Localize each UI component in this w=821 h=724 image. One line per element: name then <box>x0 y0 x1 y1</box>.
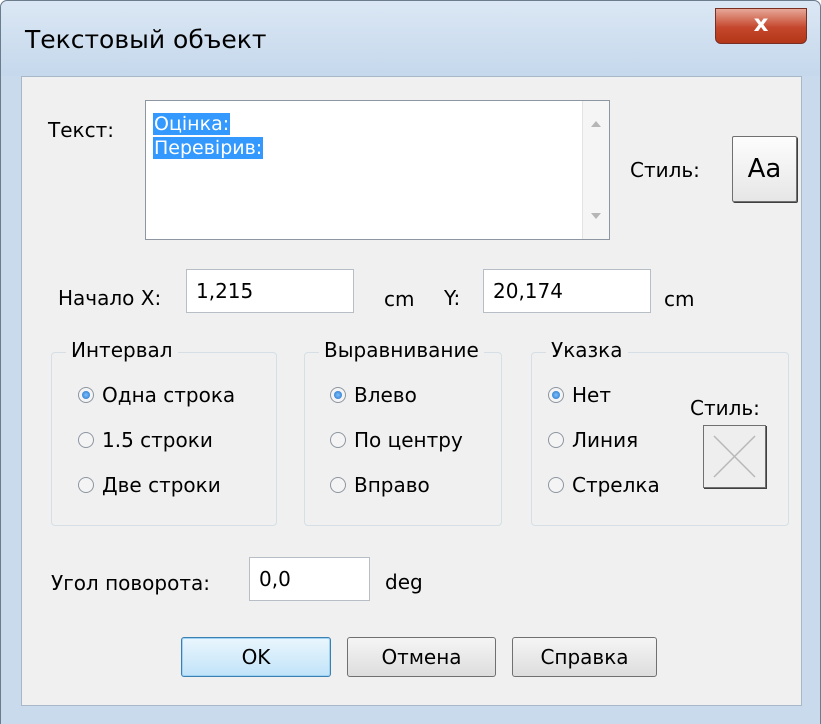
align-option-label: По центру <box>354 428 463 452</box>
start-y-unit: cm <box>664 287 695 311</box>
rotation-field[interactable]: 0,0 <box>249 557 370 601</box>
interval-option-double[interactable]: Две строки <box>78 473 221 497</box>
align-option-label: Влево <box>354 383 417 407</box>
window-frame-bottom <box>1 706 820 724</box>
radio-selected-icon <box>548 387 564 403</box>
radio-icon <box>330 477 346 493</box>
rotation-unit: deg <box>385 570 423 594</box>
pointer-option-line[interactable]: Линия <box>548 428 638 452</box>
align-option-right[interactable]: Вправо <box>330 473 430 497</box>
pointer-title: Указка <box>546 338 628 362</box>
text-line-2: Перевірив: <box>153 137 264 159</box>
text-scrollbar[interactable] <box>582 101 609 239</box>
close-button[interactable]: x <box>715 8 807 44</box>
start-x-field[interactable]: 1,215 <box>186 269 354 313</box>
interval-option-label: Две строки <box>102 473 221 497</box>
radio-icon <box>330 432 346 448</box>
pointer-style-button[interactable] <box>703 425 766 488</box>
close-icon: x <box>753 11 769 37</box>
radio-selected-icon <box>78 387 94 403</box>
alignment-title: Выравнивание <box>319 338 484 362</box>
radio-icon <box>78 477 94 493</box>
radio-selected-icon <box>330 387 346 403</box>
pointer-style-label: Стиль: <box>690 396 760 420</box>
pointer-option-label: Линия <box>572 428 639 452</box>
align-option-center[interactable]: По центру <box>330 428 463 452</box>
pointer-option-label: Стрелка <box>572 473 660 497</box>
title-bar[interactable]: Текстовый объект x <box>1 1 820 76</box>
interval-title: Интервал <box>66 338 178 362</box>
text-input[interactable]: Оцінка: Перевірив: <box>145 100 610 240</box>
interval-option-one-half[interactable]: 1.5 строки <box>78 428 213 452</box>
align-option-label: Вправо <box>354 473 430 497</box>
radio-icon <box>548 432 564 448</box>
align-option-left[interactable]: Влево <box>330 383 417 407</box>
text-line-1: Оцінка: <box>153 113 231 135</box>
window-title: Текстовый объект <box>25 25 267 54</box>
start-y-label: Y: <box>444 286 461 310</box>
font-style-button[interactable]: Aa <box>732 136 797 202</box>
cancel-button[interactable]: Отмена <box>347 637 496 677</box>
help-button[interactable]: Справка <box>512 637 657 677</box>
interval-option-label: Одна строка <box>102 383 236 407</box>
scroll-up-icon[interactable] <box>591 121 601 127</box>
interval-option-single[interactable]: Одна строка <box>78 383 235 407</box>
start-x-unit: cm <box>384 287 415 311</box>
start-x-label: Начало X: <box>58 286 162 310</box>
interval-option-label: 1.5 строки <box>102 428 213 452</box>
rotation-label: Угол поворота: <box>51 571 210 595</box>
pointer-option-none[interactable]: Нет <box>548 383 611 407</box>
scroll-down-icon[interactable] <box>591 213 601 219</box>
ok-button[interactable]: OK <box>181 637 331 677</box>
text-label: Текст: <box>48 118 114 142</box>
cross-icon <box>713 435 756 478</box>
radio-icon <box>548 477 564 493</box>
pointer-option-label: Нет <box>572 383 611 407</box>
pointer-option-arrow[interactable]: Стрелка <box>548 473 660 497</box>
radio-icon <box>78 432 94 448</box>
text-style-label: Стиль: <box>630 158 700 182</box>
start-y-field[interactable]: 20,174 <box>483 269 651 313</box>
